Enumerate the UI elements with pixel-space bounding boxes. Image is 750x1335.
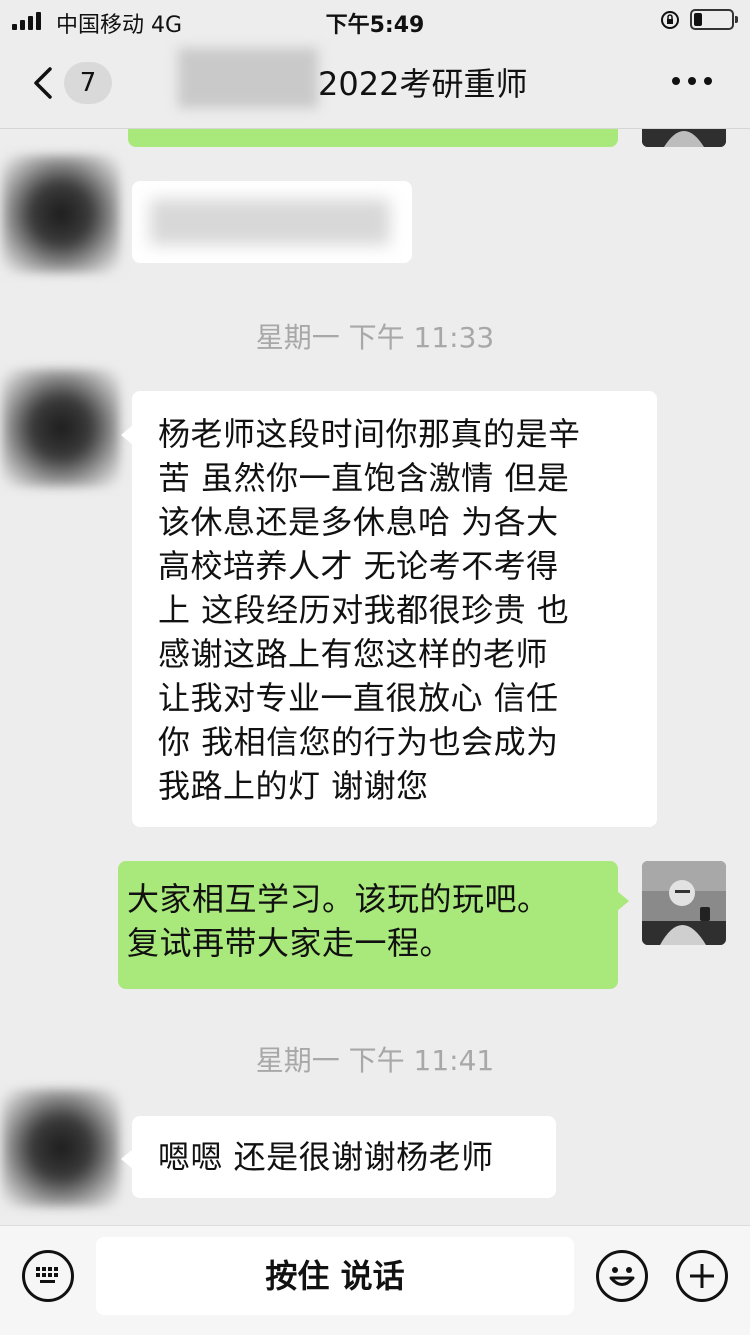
- timestamp: 星期一 下午 11:33: [255, 321, 495, 354]
- received-message[interactable]: 杨老师这段时间你那真的是辛 苦 虽然你一直饱含激情 但是 该休息还是多休息哈 为…: [132, 391, 657, 827]
- timestamp: 星期一 下午 11:41: [255, 1044, 495, 1077]
- keyboard-glyph: [36, 1267, 58, 1283]
- message-line: 该休息还是多休息哈 为各大: [158, 503, 559, 541]
- rotation-lock-icon: [661, 11, 679, 29]
- unread-count-badge[interactable]: 7: [64, 62, 112, 104]
- message-line: 苦 虽然你一直饱含激情 但是: [158, 459, 570, 497]
- keyboard-icon[interactable]: [22, 1250, 74, 1302]
- sent-message-partial[interactable]: [128, 129, 618, 147]
- back-chevron-icon[interactable]: [30, 66, 60, 100]
- avatar-photo: [642, 861, 726, 945]
- received-message-blurred[interactable]: [132, 181, 412, 263]
- plus-icon[interactable]: [676, 1250, 728, 1302]
- message-line: 复试再带大家走一程。: [127, 924, 453, 962]
- contact-avatar[interactable]: [2, 1089, 120, 1207]
- my-avatar[interactable]: [642, 861, 726, 945]
- plus-glyph: [690, 1264, 714, 1288]
- sent-message[interactable]: 大家相互学习。该玩的玩吧。 复试再带大家走一程。: [118, 861, 618, 989]
- hold-to-talk-button[interactable]: 按住 说话: [96, 1237, 574, 1315]
- my-avatar[interactable]: [642, 129, 726, 147]
- message-line: 感谢这路上有您这样的老师: [158, 635, 549, 673]
- message-line: 高校培养人才 无论考不考得: [158, 547, 559, 585]
- emoji-glyph: [609, 1267, 635, 1286]
- chat-title: 2022考研重师: [318, 65, 528, 103]
- contact-avatar[interactable]: [2, 369, 120, 487]
- message-line: 让我对专业一直很放心 信任: [158, 679, 559, 717]
- message-line: 你 我相信您的行为也会成为: [158, 723, 559, 761]
- chat-header: 7 2022考研重师: [0, 40, 750, 129]
- bubble-tail: [617, 891, 629, 911]
- status-time: 下午5:49: [325, 13, 425, 38]
- emoji-icon[interactable]: [596, 1250, 648, 1302]
- battery-icon: [690, 9, 738, 30]
- input-bar: 按住 说话: [0, 1225, 750, 1335]
- message-line: 上 这段经历对我都很珍贵 也: [158, 591, 570, 629]
- title-blurred-region: [178, 48, 318, 108]
- message-list[interactable]: 星期一 下午 11:33 杨老师这段时间你那真的是辛 苦 虽然你一直饱含激情 但…: [0, 129, 750, 1225]
- message-line: 我路上的灯 谢谢您: [158, 767, 429, 805]
- more-options-icon[interactable]: [672, 74, 714, 88]
- received-message[interactable]: 嗯嗯 还是很谢谢杨老师: [132, 1116, 556, 1198]
- status-bar: 中国移动 4G 下午5:49: [0, 0, 750, 40]
- contact-avatar[interactable]: [2, 155, 120, 273]
- message-line: 杨老师这段时间你那真的是辛: [158, 415, 581, 453]
- avatar-photo: [642, 129, 726, 147]
- message-line: 大家相互学习。该玩的玩吧。: [127, 880, 550, 918]
- message-line: 嗯嗯 还是很谢谢杨老师: [158, 1138, 494, 1176]
